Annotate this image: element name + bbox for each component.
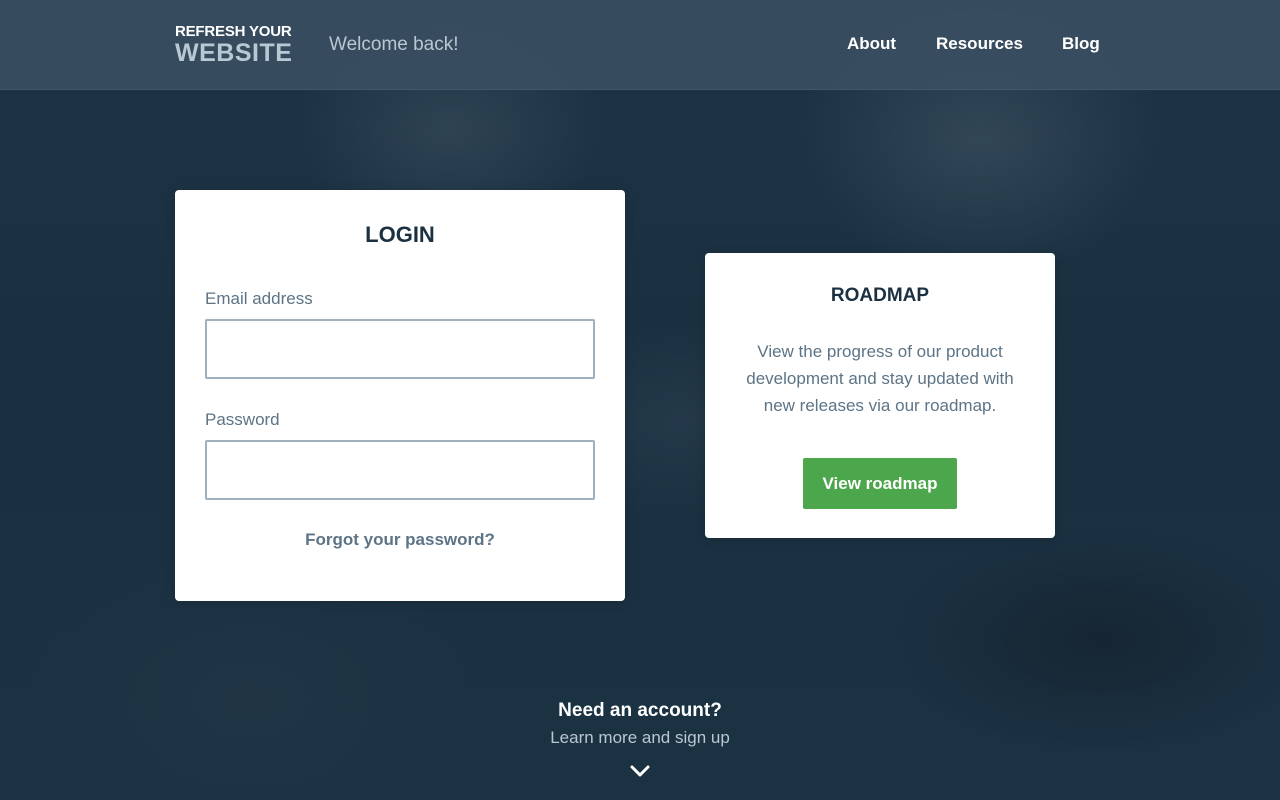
- roadmap-card: ROADMAP View the progress of our product…: [705, 253, 1055, 538]
- nav-link-resources[interactable]: Resources: [936, 34, 1023, 54]
- password-label: Password: [205, 410, 280, 429]
- roadmap-title: ROADMAP: [830, 285, 930, 306]
- password-field[interactable]: [205, 440, 595, 500]
- email-field[interactable]: [205, 319, 595, 379]
- email-label: Email address: [205, 289, 313, 308]
- roadmap-description: View the progress of our product develop…: [746, 342, 1014, 415]
- login-title: LOGIN: [365, 222, 435, 247]
- view-roadmap-button[interactable]: View roadmap: [803, 458, 957, 509]
- site-header: REFRESH YOUR WEBSITE Welcome back! About…: [0, 0, 1280, 90]
- login-card: LOGIN Email address Password Forgot your…: [175, 190, 625, 601]
- chevron-down-icon[interactable]: [630, 764, 650, 778]
- signup-title[interactable]: Need an account?: [0, 700, 1280, 722]
- main-nav: About Resources Blog: [0, 34, 1280, 58]
- nav-link-blog[interactable]: Blog: [1062, 34, 1100, 54]
- forgot-password-link[interactable]: Forgot your password?: [175, 530, 625, 550]
- signup-cta: Need an account? Learn more and sign up: [0, 700, 1280, 748]
- signup-subtitle[interactable]: Learn more and sign up: [0, 728, 1280, 748]
- nav-link-about[interactable]: About: [847, 34, 896, 54]
